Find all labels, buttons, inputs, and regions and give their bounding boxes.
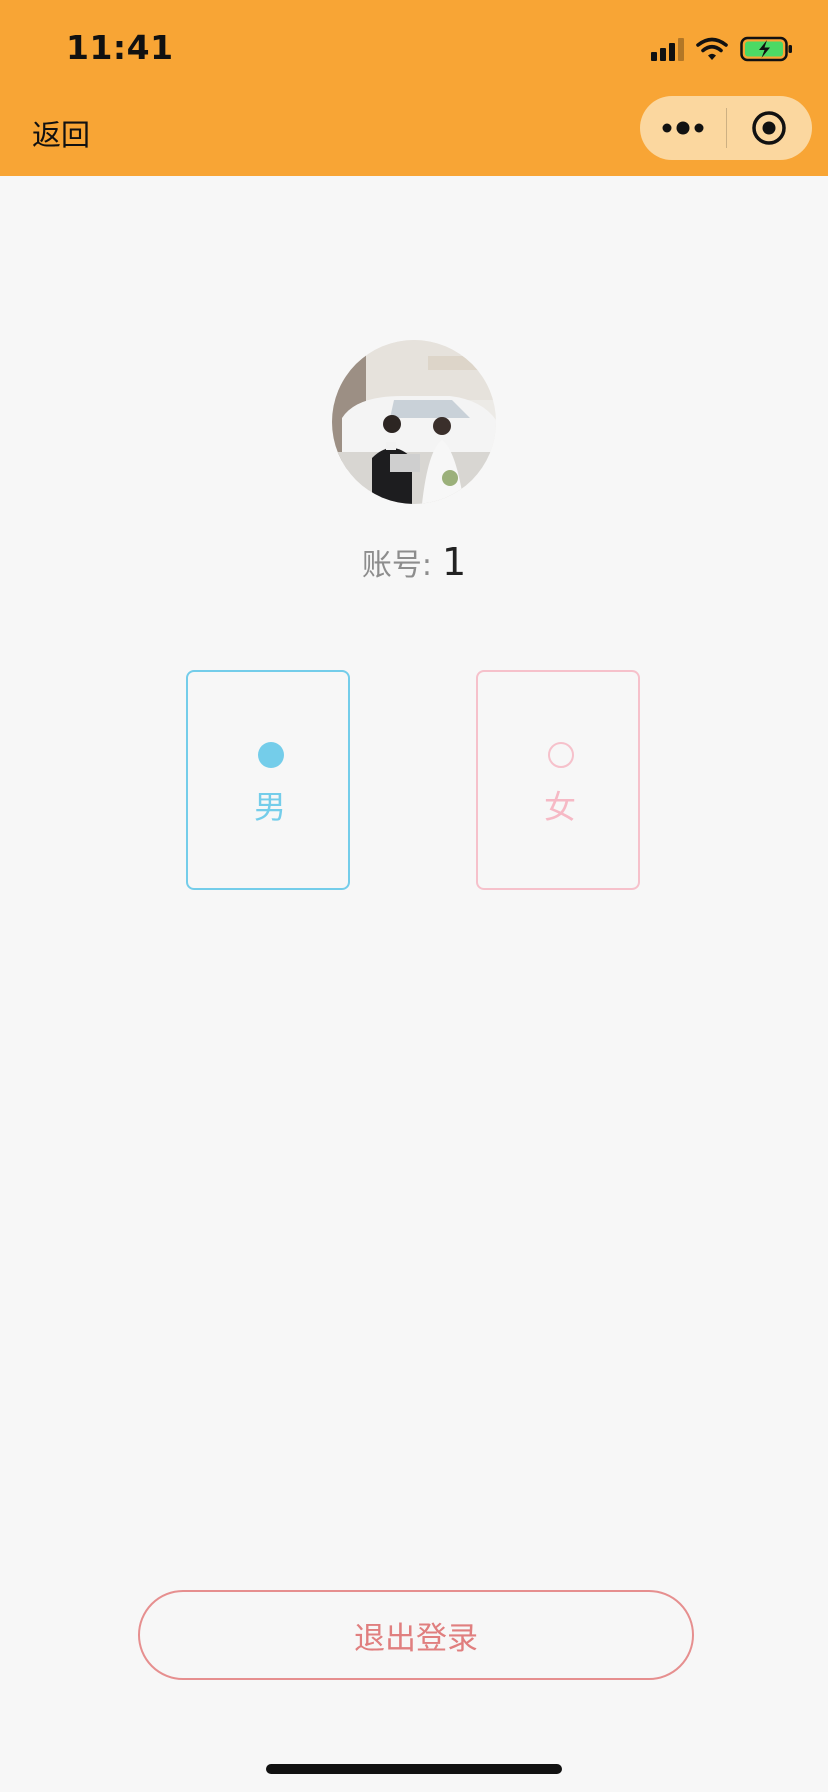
home-indicator: [266, 1764, 562, 1774]
header-bar: 11:41 返回: [0, 0, 828, 176]
gender-label-female: 女: [543, 788, 576, 826]
avatar[interactable]: [332, 340, 496, 504]
more-dots-icon: [662, 121, 704, 135]
account-row: 账号: 1: [0, 540, 828, 584]
mini-program-capsule: [640, 96, 812, 160]
target-circle-icon: [752, 111, 786, 145]
cellular-signal-icon: [651, 37, 684, 61]
battery-charging-icon: [740, 36, 792, 62]
gender-option-male[interactable]: 男: [186, 670, 350, 890]
radio-selected-icon: [258, 742, 284, 768]
status-time: 11:41: [66, 28, 174, 67]
account-label: 账号:: [361, 548, 432, 583]
back-button[interactable]: 返回: [32, 112, 90, 154]
radio-unselected-icon: [548, 742, 574, 768]
account-value: 1: [441, 540, 467, 584]
close-mini-program-button[interactable]: [727, 96, 813, 160]
more-options-button[interactable]: [640, 96, 726, 160]
avatar-photo: [332, 340, 496, 504]
wifi-icon: [696, 37, 728, 60]
gender-option-female[interactable]: 女: [476, 670, 640, 890]
status-icons: [651, 34, 794, 64]
gender-label-male: 男: [253, 788, 286, 826]
logout-button[interactable]: 退出登录: [138, 1590, 694, 1680]
